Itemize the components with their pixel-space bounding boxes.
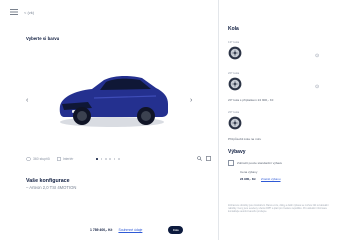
wheel-icon (228, 46, 242, 65)
breadcrumb[interactable]: < (vk) (24, 10, 34, 15)
car-image (52, 64, 172, 130)
wheel-option[interactable]: 20" kola (228, 110, 242, 135)
info-icon[interactable]: ⊙ (315, 84, 319, 90)
wheel-option-label: 20" kola (228, 71, 240, 75)
info-icon[interactable]: ⊙ (315, 53, 319, 59)
disclaimer-text: Zobrazené obrázky jsou ilustrativní. Bar… (228, 204, 329, 214)
view-interior-label: Interiér (62, 157, 74, 161)
wheel-option[interactable]: 20" kola ⊙ (228, 71, 319, 96)
wheel-option-label: 20" kola (228, 110, 240, 114)
total-price: 1 789 400,- Kč (90, 228, 113, 232)
carousel-dot[interactable] (113, 158, 116, 160)
wheels-title: Kola (228, 26, 239, 32)
extras-title: Výbavy (228, 149, 246, 155)
wheel-option-label: 19" kola (228, 40, 240, 44)
wheel-option-note: 20" kola s příplatkem 24 900,- Kč (228, 98, 274, 102)
zoom-icon[interactable] (197, 156, 202, 162)
configurator-main: < (vk) Vyberte si barvu ‹ › 360 stupňů I… (0, 0, 219, 240)
car-view-bar: 360 stupňů Interiér (26, 154, 211, 164)
carousel-dot[interactable] (96, 158, 99, 160)
customize-wheels-note[interactable]: Přizpůsobit kola na míru (228, 137, 261, 141)
wheel-icon (228, 77, 242, 96)
checkbox[interactable] (228, 160, 234, 166)
wheel-option[interactable]: 19" kola ⊙ (228, 40, 319, 65)
configuration-title: Vaše konfigurace (26, 178, 70, 184)
topbar: < (vk) (10, 9, 34, 15)
view-360-label: 360 stupňů (33, 157, 50, 161)
footer-bar: 1 789 400,- Kč Souhrnné údaje Dále (90, 226, 184, 234)
carousel-dots[interactable] (96, 158, 120, 160)
standard-equipment-checkbox-row[interactable]: Zobrazit pouze standardní výbavu (228, 160, 282, 166)
extras-price-value: 24 900,- Kč (240, 177, 256, 181)
carousel-dot[interactable] (109, 158, 112, 160)
view-interior-button[interactable]: Interiér (56, 157, 74, 161)
previous-arrow-icon[interactable]: ‹ (26, 97, 28, 104)
extras-price-label: Cena výbavy (240, 170, 258, 174)
change-extras-link[interactable]: Změnit výbavu (261, 177, 281, 181)
summary-link[interactable]: Souhrnné údaje (118, 228, 142, 232)
carousel-dot[interactable] (104, 158, 107, 160)
section-title: Vyberte si barvu (26, 36, 60, 41)
carousel-dot[interactable] (100, 158, 103, 160)
next-arrow-icon[interactable]: › (190, 97, 192, 104)
options-sidebar: Kola 19" kola ⊙ 20" kola ⊙ 20" kola s př… (228, 0, 338, 240)
next-button[interactable]: Dále (168, 226, 184, 234)
menu-icon[interactable] (10, 9, 18, 15)
checkbox-label: Zobrazit pouze standardní výbavu (237, 161, 283, 165)
view-360-button[interactable]: 360 stupňů (26, 157, 50, 161)
configuration-subtitle: – Arteon 2,0 TSI 4MOTION (26, 185, 77, 190)
carousel-dot[interactable] (117, 158, 120, 160)
fullscreen-icon[interactable] (206, 156, 211, 162)
wheel-icon (228, 116, 242, 135)
